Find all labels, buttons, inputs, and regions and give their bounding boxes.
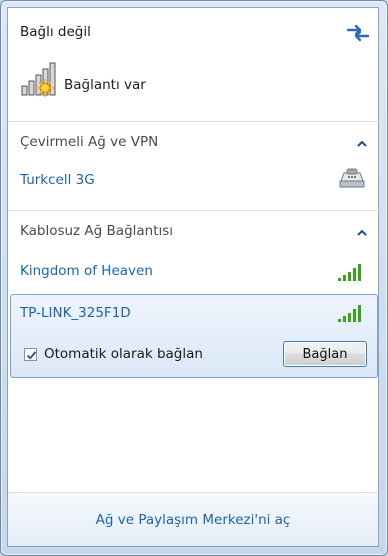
refresh-icon[interactable] bbox=[345, 22, 371, 44]
connect-button[interactable]: Bağlan bbox=[283, 341, 367, 367]
open-network-sharing-center-link[interactable]: Ağ ve Paylaşım Merkezi'ni aç bbox=[8, 493, 378, 546]
auto-connect-label: Otomatik olarak bağlan bbox=[44, 346, 203, 362]
connection-status-title: Bağlı değil bbox=[20, 24, 91, 40]
connection-status-text: Bağlantı var bbox=[64, 77, 146, 93]
signal-strength-icon bbox=[337, 264, 363, 282]
section-header-wireless: Kablosuz Ağ Bağlantısı bbox=[20, 223, 174, 239]
signal-strength-icon bbox=[337, 305, 363, 323]
network-item-turkcell-3g[interactable]: Turkcell 3G bbox=[20, 172, 95, 188]
section-header-dialup-vpn: Çevirmeli Ağ ve VPN bbox=[20, 134, 159, 150]
network-available-icon bbox=[20, 61, 62, 97]
section-divider bbox=[8, 210, 380, 211]
modem-icon bbox=[338, 167, 366, 189]
collapse-section-button[interactable] bbox=[355, 226, 369, 240]
section-divider bbox=[8, 121, 380, 122]
collapse-section-button[interactable] bbox=[355, 137, 369, 151]
network-item-tp-link[interactable]: TP-LINK_325F1D bbox=[20, 305, 131, 321]
network-item-kingdom-of-heaven[interactable]: Kingdom of Heaven bbox=[20, 263, 153, 279]
footer: Ağ ve Paylaşım Merkezi'ni aç bbox=[8, 492, 378, 546]
connect-button-label: Bağlan bbox=[302, 346, 348, 362]
auto-connect-checkbox[interactable] bbox=[24, 348, 37, 361]
